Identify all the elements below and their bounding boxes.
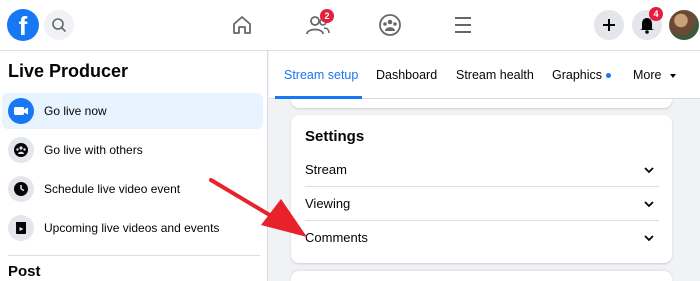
notifications-badge: 4: [649, 7, 663, 21]
clock-icon: [8, 176, 34, 202]
new-indicator-dot: [606, 73, 612, 79]
people-icon: [8, 137, 34, 163]
friends-button[interactable]: 2: [302, 9, 334, 40]
notifications-button[interactable]: 4: [632, 7, 663, 40]
tab-more-label: More: [633, 68, 662, 82]
tab-more[interactable]: More: [633, 68, 678, 82]
logo-letter: f: [18, 11, 28, 41]
chevron-down-icon: [644, 167, 654, 174]
sidebar-divider: [8, 255, 260, 256]
sidebar-item-label: Go live with others: [44, 143, 143, 157]
sidebar-item-go-live-now[interactable]: Go live now: [2, 93, 263, 129]
chevron-down-icon: [644, 235, 654, 242]
search-button[interactable]: [44, 10, 74, 40]
home-button[interactable]: [226, 10, 258, 40]
producer-tabs: Stream setup Dashboard Stream health Gra…: [269, 51, 700, 99]
red-arrow-icon: [209, 178, 307, 237]
tab-stream-health[interactable]: Stream health: [456, 68, 534, 82]
groups-button[interactable]: [374, 10, 406, 40]
menu-icon: [455, 17, 471, 33]
menu-button[interactable]: [447, 10, 479, 40]
tab-graphics-label: Graphics: [552, 68, 603, 82]
chevron-down-icon: [644, 201, 654, 208]
settings-title: Settings: [305, 128, 365, 145]
tab-dashboard[interactable]: Dashboard: [376, 68, 437, 82]
search-icon: [52, 18, 66, 32]
sidebar-item-label: Schedule live video event: [44, 182, 181, 196]
create-button[interactable]: [594, 10, 624, 40]
tab-graphics[interactable]: Graphics: [552, 68, 612, 82]
home-icon: [233, 16, 251, 34]
settings-row-stream[interactable]: Stream: [305, 153, 659, 187]
sidebar-title: Live Producer: [8, 61, 129, 81]
settings-row-comments[interactable]: Comments: [305, 221, 659, 255]
sidebar-item-go-live-with-others[interactable]: Go live with others: [2, 132, 263, 168]
avatar[interactable]: [669, 10, 699, 40]
groups-icon: [379, 14, 401, 36]
plus-icon: [603, 19, 615, 31]
settings-card: Settings Stream Viewing Comments: [291, 115, 672, 263]
tab-stream-setup[interactable]: Stream setup: [284, 68, 358, 82]
calendar-icon: [8, 215, 34, 241]
sidebar-section-title: Post: [8, 263, 41, 280]
caret-down-icon: [669, 73, 676, 78]
next-card: [291, 271, 672, 281]
top-navigation-bar: f 2 4: [0, 0, 700, 51]
facebook-logo-icon[interactable]: f: [7, 9, 39, 41]
friends-badge: 2: [320, 9, 334, 23]
sidebar-item-label: Go live now: [44, 104, 107, 118]
camera-icon: [8, 98, 34, 124]
live-producer-sidebar: Live Producer Go live now Go live with o…: [0, 51, 268, 281]
previous-card: [291, 99, 672, 108]
sidebar-item-label: Upcoming live videos and events: [44, 221, 220, 235]
settings-row-viewing[interactable]: Viewing: [305, 187, 659, 221]
